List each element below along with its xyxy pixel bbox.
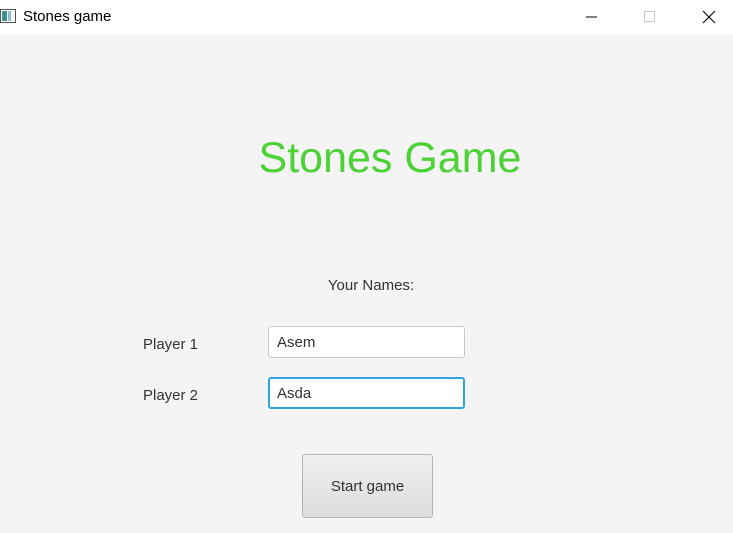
close-icon [702, 10, 716, 24]
window-title: Stones game [23, 8, 112, 25]
player2-label: Player 2 [143, 387, 199, 404]
maximize-icon [644, 10, 656, 23]
close-button[interactable] [686, 0, 732, 33]
title-bar: Stones game [0, 0, 733, 34]
maximize-button[interactable] [627, 0, 673, 33]
player1-name-input[interactable] [268, 326, 465, 358]
names-label: Your Names: [327, 277, 415, 294]
start-game-button[interactable]: Start game [302, 454, 433, 518]
player1-label: Player 1 [143, 336, 199, 353]
minimize-icon [586, 11, 598, 23]
game-setup-panel: Stones Game Your Names: Player 1 Player … [0, 34, 733, 533]
minimize-button[interactable] [569, 0, 615, 33]
player2-name-input[interactable] [268, 377, 465, 409]
app-window-icon [0, 9, 16, 23]
game-heading: Stones Game [258, 134, 522, 182]
